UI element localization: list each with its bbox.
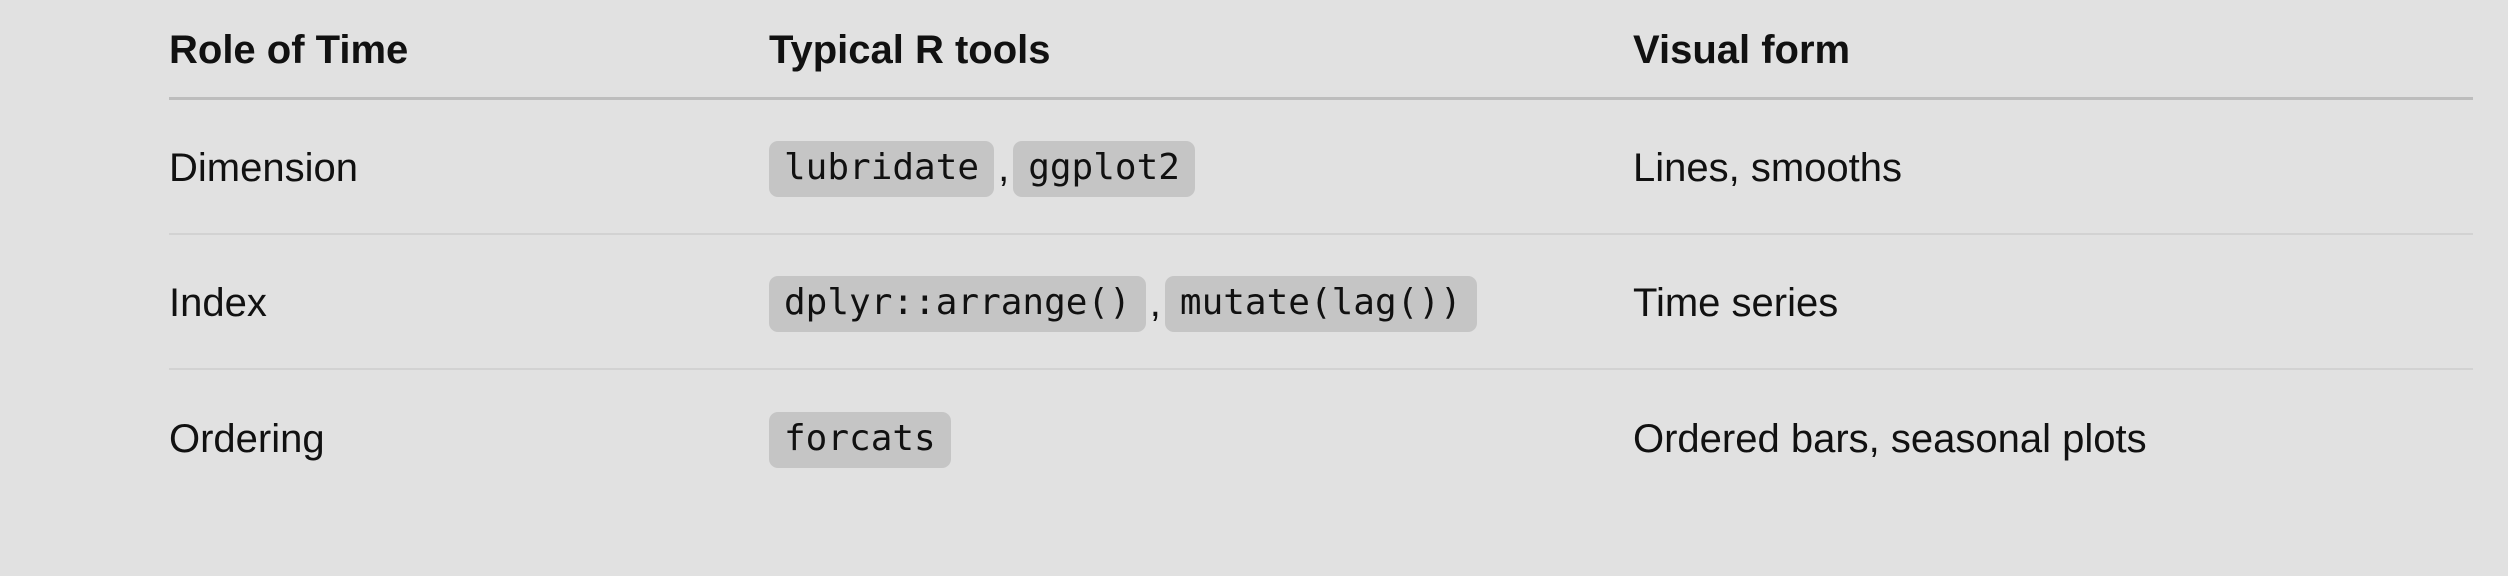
code-token: ggplot2: [1013, 140, 1195, 197]
visual-form-cell: Ordered bars, seasonal plots: [1633, 417, 2147, 461]
separator: ,: [998, 146, 1010, 190]
role-cell: Index: [169, 281, 267, 325]
separator: ,: [1149, 281, 1161, 325]
header-role-of-time: Role of Time: [169, 28, 409, 72]
role-cell: Ordering: [169, 417, 325, 461]
table-row: Dimension lubridate, ggplot2 Lines, smoot…: [169, 100, 2473, 235]
tools-cell: dplyr::arrange(), mutate(lag()): [769, 235, 1477, 368]
role-cell: Dimension: [169, 146, 358, 190]
visual-form-cell: Lines, smooths: [1633, 146, 1903, 190]
visual-form-cell: Time series: [1633, 281, 1839, 325]
code-token: dplyr::arrange(): [769, 275, 1146, 332]
code-token: forcats: [769, 411, 951, 468]
table-row: Ordering forcats Ordered bars, seasonal …: [169, 370, 2473, 505]
tools-cell: forcats: [769, 370, 951, 505]
data-table: Role of Time Typical R tools Visual form…: [169, 0, 2473, 505]
table-header-row: Role of Time Typical R tools Visual form: [169, 0, 2473, 100]
header-typical-r-tools: Typical R tools: [769, 28, 1051, 72]
tools-cell: lubridate, ggplot2: [769, 100, 1195, 233]
header-visual-form: Visual form: [1633, 28, 1851, 72]
code-token: lubridate: [769, 140, 995, 197]
code-token: mutate(lag()): [1164, 275, 1477, 332]
table-row: Index dplyr::arrange(), mutate(lag()) Tim…: [169, 235, 2473, 370]
